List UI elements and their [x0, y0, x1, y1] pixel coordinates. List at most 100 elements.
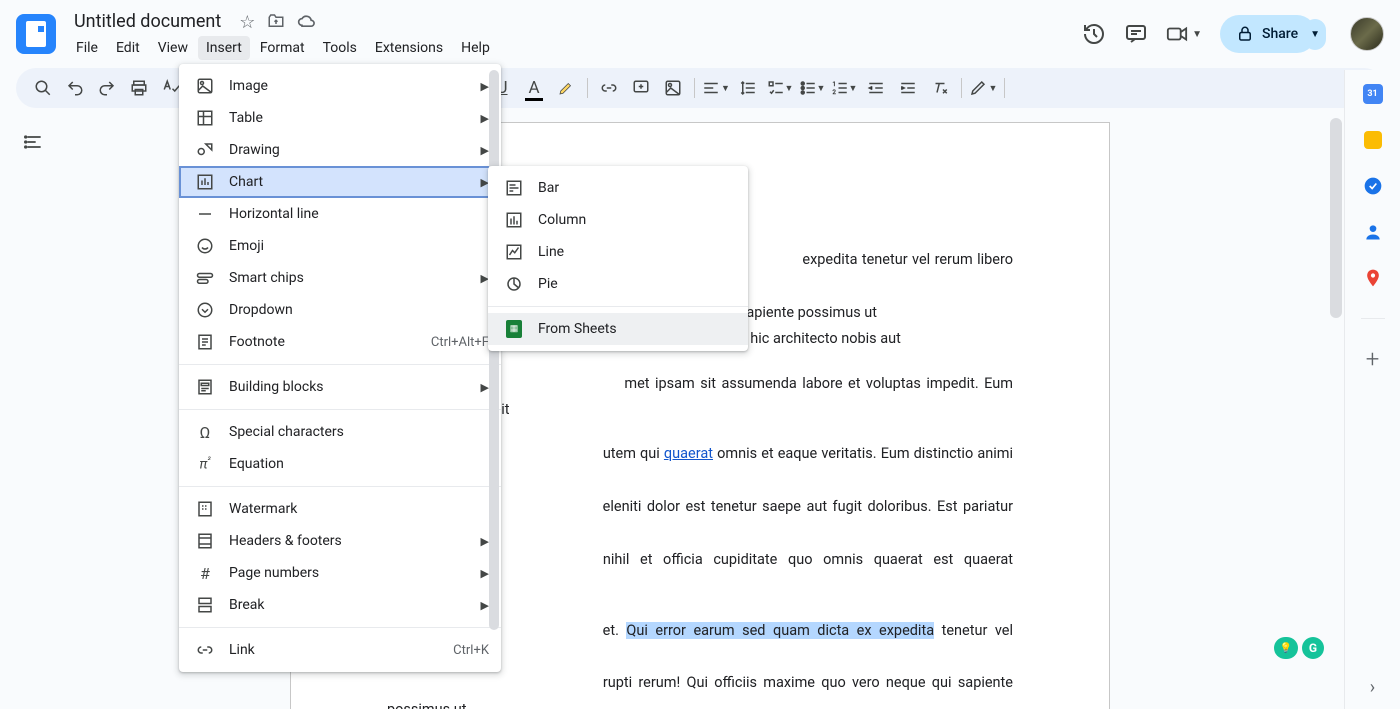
submenu-arrow-icon: ▶ [481, 80, 489, 93]
increase-indent-icon[interactable] [893, 73, 923, 103]
undo-icon[interactable] [60, 73, 90, 103]
insert-drawing[interactable]: Drawing▶ [179, 134, 501, 166]
tasks-icon[interactable] [1363, 176, 1383, 196]
move-icon[interactable] [267, 12, 285, 33]
pagenum-icon: # [195, 564, 215, 583]
insert-headers-footers[interactable]: Headers & footers▶ [179, 525, 501, 557]
side-panel: 31 + › [1344, 70, 1400, 709]
menu-extensions[interactable]: Extensions [367, 36, 451, 60]
text-color-icon[interactable]: A [519, 73, 549, 103]
menu-format[interactable]: Format [252, 36, 313, 60]
insert-watermark[interactable]: Watermark [179, 493, 501, 525]
submenu-arrow-icon: ▶ [481, 567, 489, 580]
print-icon[interactable] [124, 73, 154, 103]
chart-line[interactable]: Line [488, 236, 748, 268]
insert-chart[interactable]: Chart▶ [179, 166, 501, 198]
insert-footnote[interactable]: FootnoteCtrl+Alt+F [179, 326, 501, 358]
table-icon [195, 109, 215, 127]
editing-mode-icon[interactable]: ▼ [968, 73, 998, 103]
menu-edit[interactable]: Edit [108, 36, 148, 60]
menu-insert[interactable]: Insert [198, 36, 250, 60]
insert-emoji[interactable]: Emoji [179, 230, 501, 262]
comments-icon[interactable] [1124, 22, 1148, 46]
docs-logo[interactable] [16, 14, 56, 54]
break-icon [195, 596, 215, 614]
menu-view[interactable]: View [150, 36, 196, 60]
grammarly-icon[interactable]: G [1302, 637, 1324, 659]
get-addons-icon[interactable]: + [1363, 349, 1383, 369]
bulleted-list-icon[interactable]: ▼ [797, 73, 827, 103]
chart-bar[interactable]: Bar [488, 172, 748, 204]
insert-link[interactable]: LinkCtrl+K [179, 634, 501, 666]
redo-icon[interactable] [92, 73, 122, 103]
app-header: Untitled document ☆ File Edit View Inser… [0, 0, 1400, 60]
insert-break[interactable]: Break▶ [179, 589, 501, 621]
document-title[interactable]: Untitled document [68, 9, 227, 34]
numbered-list-icon[interactable]: 12▼ [829, 73, 859, 103]
star-icon[interactable]: ☆ [239, 12, 255, 33]
chart-column[interactable]: Column [488, 204, 748, 236]
footnote-icon [195, 333, 215, 351]
chart-from-sheets[interactable]: ▦From Sheets [488, 313, 748, 345]
omega-icon: Ω [195, 423, 215, 442]
contacts-icon[interactable] [1363, 222, 1383, 242]
align-icon[interactable]: ▼ [701, 73, 731, 103]
document-link[interactable]: quaerat [664, 445, 713, 462]
watermark-icon [195, 500, 215, 518]
equation-icon: π² [195, 456, 215, 473]
bar-icon [504, 179, 524, 197]
line-spacing-icon[interactable] [733, 73, 763, 103]
insert-page-numbers[interactable]: #Page numbers▶ [179, 557, 501, 589]
checklist-icon[interactable]: ▼ [765, 73, 795, 103]
calendar-icon[interactable]: 31 [1363, 84, 1383, 104]
menu-help[interactable]: Help [453, 36, 498, 60]
insert-image-icon[interactable] [658, 73, 688, 103]
share-button[interactable]: Share [1220, 15, 1316, 53]
insert-equation[interactable]: π²Equation [179, 448, 501, 480]
insert-image[interactable]: Image▶ [179, 70, 501, 102]
chart-pie[interactable]: Pie [488, 268, 748, 300]
image-icon [195, 77, 215, 95]
decrease-indent-icon[interactable] [861, 73, 891, 103]
meet-button[interactable]: ▼ [1166, 23, 1202, 45]
share-dropdown[interactable]: ▼ [1304, 19, 1326, 50]
document-outline-icon[interactable] [16, 124, 52, 160]
keep-icon[interactable] [1363, 130, 1383, 150]
hide-panel-icon[interactable]: › [1363, 677, 1383, 697]
insert-horizontal-line[interactable]: Horizontal line [179, 198, 501, 230]
title-area: Untitled document ☆ File Edit View Inser… [68, 9, 1082, 60]
submenu-arrow-icon: ▶ [481, 381, 489, 394]
drawing-icon [195, 141, 215, 159]
vertical-scrollbar[interactable] [1330, 118, 1342, 318]
history-icon[interactable] [1082, 22, 1106, 46]
maps-icon[interactable] [1363, 268, 1383, 288]
add-comment-icon[interactable] [626, 73, 656, 103]
account-avatar[interactable] [1350, 17, 1384, 51]
emoji-icon [195, 237, 215, 255]
suggestion-badge[interactable]: 💡 [1274, 637, 1298, 659]
clear-formatting-icon[interactable] [925, 73, 955, 103]
line-chart-icon [504, 243, 524, 261]
insert-special-characters[interactable]: ΩSpecial characters [179, 416, 501, 448]
menu-tools[interactable]: Tools [315, 36, 365, 60]
insert-dropdown[interactable]: Dropdown [179, 294, 501, 326]
column-icon [504, 211, 524, 229]
dropdown-icon [195, 301, 215, 319]
selected-text[interactable]: Qui error earum sed quam dicta ex expedi… [626, 622, 934, 639]
headers-icon [195, 532, 215, 550]
insert-table[interactable]: Table▶ [179, 102, 501, 134]
insert-smart-chips[interactable]: Smart chips▶ [179, 262, 501, 294]
insert-building-blocks[interactable]: Building blocks▶ [179, 371, 501, 403]
chart-icon [195, 173, 215, 191]
svg-text:2: 2 [832, 89, 836, 96]
highlight-icon[interactable] [551, 73, 581, 103]
submenu-arrow-icon: ▶ [481, 144, 489, 157]
insert-link-icon[interactable] [594, 73, 624, 103]
search-menus-icon[interactable] [28, 73, 58, 103]
chips-icon [195, 269, 215, 287]
share-label: Share [1262, 26, 1298, 42]
menu-file[interactable]: File [68, 36, 106, 60]
submenu-arrow-icon: ▶ [481, 599, 489, 612]
line-icon [195, 205, 215, 223]
cloud-status-icon[interactable] [297, 12, 317, 33]
